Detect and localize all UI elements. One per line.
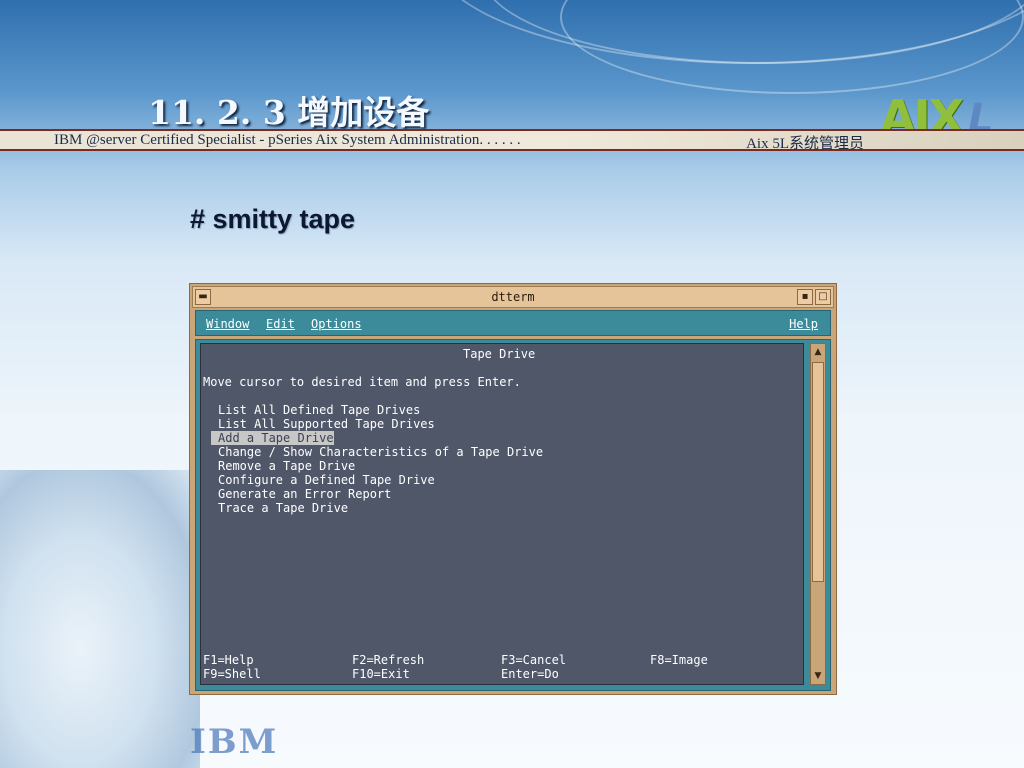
- decorative-photo: [0, 470, 200, 768]
- menu-option-selected[interactable]: Add a Tape Drive: [211, 431, 334, 445]
- fkey-image[interactable]: F8=Image: [650, 653, 708, 667]
- course-subtitle: Aix 5L系统管理员: [746, 136, 864, 152]
- menu-option[interactable]: List All Defined Tape Drives: [218, 403, 420, 417]
- window-title: dtterm: [491, 290, 535, 304]
- course-title: IBM @server Certified Specialist - pSeri…: [54, 132, 521, 148]
- menu-option[interactable]: Configure a Defined Tape Drive: [218, 473, 435, 487]
- banner-swirl: [560, 0, 1024, 94]
- fkey-cancel[interactable]: F3=Cancel: [501, 653, 566, 667]
- menu-edit[interactable]: Edit: [266, 317, 295, 331]
- fkey-enter[interactable]: Enter=Do: [501, 667, 559, 681]
- menu-option[interactable]: Generate an Error Report: [218, 487, 391, 501]
- menu-option[interactable]: Remove a Tape Drive: [218, 459, 355, 473]
- minimize-icon[interactable]: ▪: [797, 289, 813, 305]
- menu-help[interactable]: Help: [789, 317, 818, 331]
- scroll-thumb[interactable]: [812, 362, 824, 582]
- scroll-down-icon[interactable]: ▼: [812, 669, 824, 683]
- fkey-exit[interactable]: F10=Exit: [352, 667, 410, 681]
- window-titlebar[interactable]: ▬ dtterm ▪ □: [192, 286, 834, 308]
- terminal-prompt: Move cursor to desired item and press En…: [203, 375, 521, 389]
- scrollbar[interactable]: ▲ ▼: [810, 343, 826, 685]
- ibm-logo: IBM: [190, 722, 279, 762]
- fkey-help[interactable]: F1=Help: [203, 653, 254, 667]
- terminal-heading: Tape Drive: [463, 347, 536, 361]
- scroll-up-icon[interactable]: ▲: [812, 345, 824, 359]
- maximize-icon[interactable]: □: [815, 289, 831, 305]
- slide-title: 11. 2. 3 增加设备: [148, 93, 430, 132]
- terminal-frame: Tape Drive Move cursor to desired item a…: [195, 339, 831, 691]
- menu-options[interactable]: Options: [311, 317, 362, 331]
- menu-option[interactable]: List All Supported Tape Drives: [218, 417, 435, 431]
- terminal-screen[interactable]: Tape Drive Move cursor to desired item a…: [200, 343, 804, 685]
- command-text: # smitty tape: [190, 204, 356, 234]
- menubar: Window Edit Options Help: [195, 310, 831, 336]
- menu-window[interactable]: Window: [206, 317, 249, 331]
- fkey-refresh[interactable]: F2=Refresh: [352, 653, 424, 667]
- menu-option[interactable]: Trace a Tape Drive: [218, 501, 348, 515]
- header-bar: IBM @server Certified Specialist - pSeri…: [0, 129, 1024, 152]
- dtterm-window: ▬ dtterm ▪ □ Window Edit Options Help Ta…: [189, 283, 837, 695]
- fkey-shell[interactable]: F9=Shell: [203, 667, 261, 681]
- menu-option[interactable]: Change / Show Characteristics of a Tape …: [218, 445, 543, 459]
